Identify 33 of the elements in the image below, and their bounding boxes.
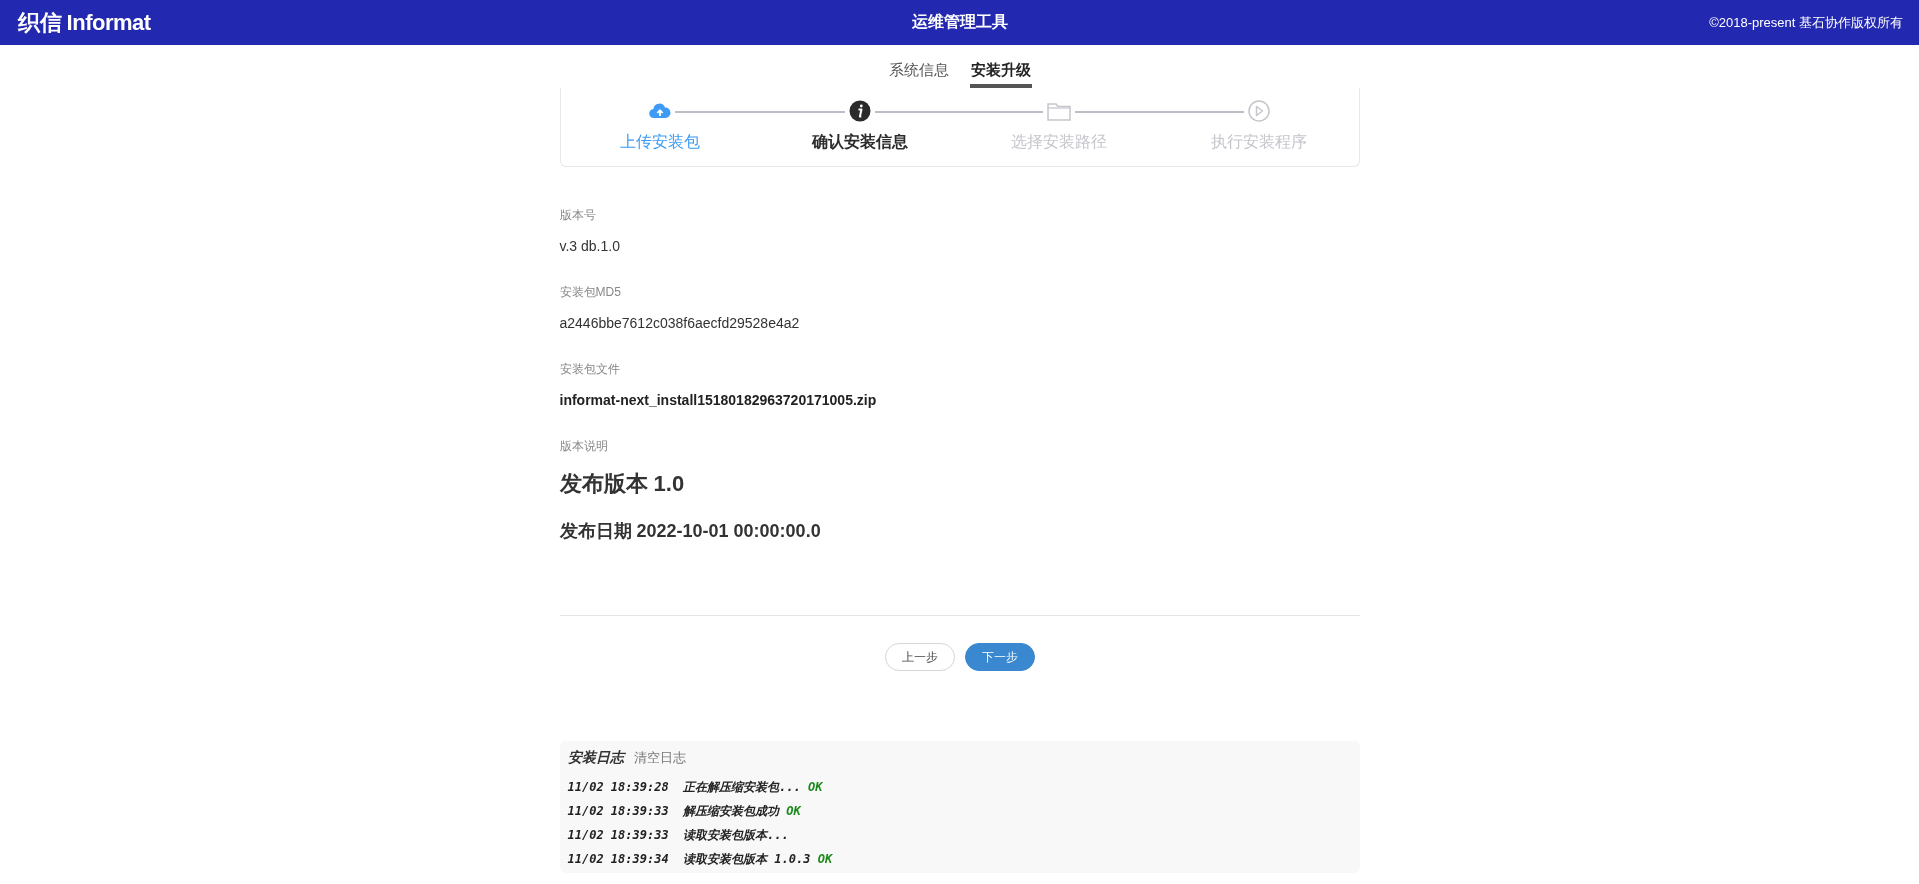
next-button[interactable]: 下一步 [964,643,1035,671]
field-label: 版本说明 [559,438,609,455]
step-label: 确认安装信息 [811,132,908,152]
step-label: 选择安装路径 [1011,132,1108,152]
app-logo: 织信 Informat [18,8,151,37]
log-time: 11/02 18:39:33 [567,828,669,842]
step-label: 执行安装程序 [1210,132,1307,152]
previous-button[interactable]: 上一步 [884,643,955,671]
log-status: OK [808,780,823,794]
field-label: 安装包文件 [559,361,621,378]
release-date: 发布日期 2022-10-01 00:00:00.0 [559,520,822,543]
field-value: a2446bbe7612c038f6aecfd29528e4a2 [559,315,801,331]
field-label: 安装包MD5 [559,284,622,301]
log-time: 11/02 18:39:34 [567,852,669,866]
tab[interactable]: 系统信息 [887,61,950,88]
log-status: OK [817,852,833,866]
log-message: 解压缩安装包成功 [683,804,780,818]
release-heading: 发布版本 1.0 [559,470,686,498]
log-message: 读取安装包版本 1.0.3 [683,852,811,866]
log-title: 安装日志 [567,749,624,767]
tab[interactable]: 安装升级 [969,61,1032,88]
log-message: 读取安装包版本... [683,828,789,842]
clear-log-link[interactable]: 清空日志 [633,749,686,767]
field-value: v.3 db.1.0 [559,238,621,254]
log-time: 11/02 18:39:28 [567,780,669,794]
field-value: informat-next_install15180182963720171005.zip [559,392,878,408]
log-message: 正在解压缩安装包... [683,780,801,794]
step-label: 上传安装包 [620,132,701,152]
app-title: 运维管理工具 [911,13,1008,30]
log-status: OK [786,804,801,818]
log-time: 11/02 18:39:33 [567,804,669,818]
copyright-text: ©2018-present 基石协作版权所有 [1709,13,1903,32]
field-label: 版本号 [559,207,597,224]
